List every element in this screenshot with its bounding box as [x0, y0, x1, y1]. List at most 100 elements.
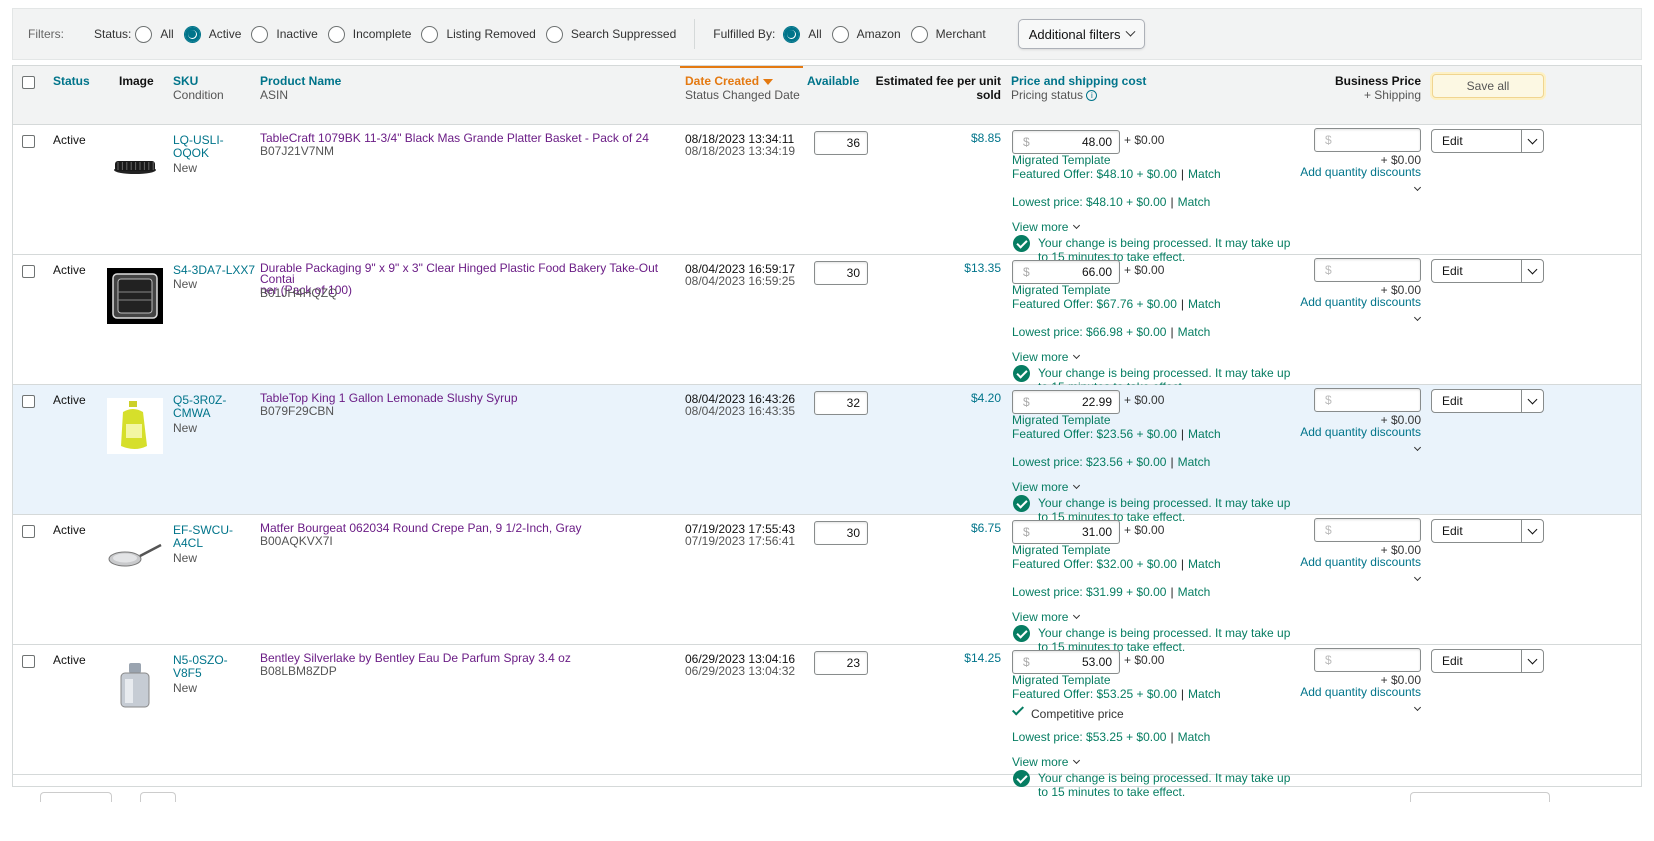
- radio-circle-selected[interactable]: [783, 25, 801, 43]
- match-lowest-link[interactable]: Match: [1178, 585, 1211, 599]
- view-more-link[interactable]: View more: [1012, 481, 1081, 494]
- add-quantity-discounts-link[interactable]: Add quantity discounts: [1283, 426, 1421, 439]
- status-radio-incomplete[interactable]: Incomplete: [327, 25, 411, 43]
- row-checkbox[interactable]: [22, 135, 35, 148]
- view-more-link[interactable]: View more: [1012, 611, 1081, 624]
- fulfilled-radio-merchant[interactable]: Merchant: [910, 25, 986, 43]
- header-status[interactable]: Status: [53, 74, 90, 88]
- business-price-input[interactable]: $: [1314, 388, 1421, 412]
- container-image[interactable]: [106, 267, 164, 325]
- radio-circle-selected[interactable]: [183, 25, 201, 43]
- view-more-link[interactable]: View more: [1012, 756, 1081, 769]
- pagination-control[interactable]: [1410, 792, 1550, 802]
- price-input[interactable]: $22.99: [1012, 390, 1120, 414]
- header-price[interactable]: Price and shipping cost Pricing status i: [1011, 74, 1146, 102]
- edit-button[interactable]: Edit: [1431, 649, 1544, 673]
- radio-circle[interactable]: [545, 25, 563, 43]
- available-quantity-input[interactable]: 23: [814, 651, 868, 675]
- business-price-input[interactable]: $: [1314, 518, 1421, 542]
- select-all-checkbox[interactable]: [22, 76, 35, 89]
- pagination-control[interactable]: [40, 792, 112, 802]
- chevron-down-icon[interactable]: [1521, 390, 1543, 412]
- pan-image[interactable]: [106, 527, 164, 585]
- match-lowest-link[interactable]: Match: [1178, 455, 1211, 469]
- add-quantity-discounts-link[interactable]: Add quantity discounts: [1283, 296, 1421, 309]
- pagination-control[interactable]: [140, 792, 176, 802]
- add-quantity-discounts-link[interactable]: Add quantity discounts: [1283, 166, 1421, 179]
- radio-circle[interactable]: [831, 25, 849, 43]
- match-featured-link[interactable]: Match: [1188, 427, 1221, 441]
- chevron-down-icon[interactable]: [1521, 260, 1543, 282]
- row-checkbox[interactable]: [22, 395, 35, 408]
- chevron-down-icon[interactable]: [1413, 183, 1422, 192]
- product-name-link[interactable]: TableCraft 1079BK 11-3/4" Black Mas Gran…: [260, 132, 680, 144]
- sku-link[interactable]: N5-0SZO- V8F5: [173, 654, 228, 680]
- price-input[interactable]: $31.00: [1012, 520, 1120, 544]
- chevron-down-icon[interactable]: [1521, 650, 1543, 672]
- price-input[interactable]: $53.00: [1012, 650, 1120, 674]
- save-all-button[interactable]: Save all: [1432, 74, 1544, 98]
- row-checkbox[interactable]: [22, 655, 35, 668]
- business-price-input[interactable]: $: [1314, 648, 1421, 672]
- header-sku[interactable]: SKU Condition: [173, 74, 224, 102]
- chevron-down-icon[interactable]: [1413, 443, 1422, 452]
- status-radio-search-suppressed[interactable]: Search Suppressed: [545, 25, 676, 43]
- chevron-down-icon[interactable]: [1521, 520, 1543, 542]
- chevron-down-icon[interactable]: [1413, 703, 1422, 712]
- product-name-link[interactable]: TableTop King 1 Gallon Lemonade Slushy S…: [260, 392, 680, 404]
- business-price-input[interactable]: $: [1314, 128, 1421, 152]
- header-date-created[interactable]: Date Created Status Changed Date: [685, 74, 800, 102]
- chevron-down-icon[interactable]: [1413, 573, 1422, 582]
- price-input[interactable]: $66.00: [1012, 260, 1120, 284]
- available-quantity-input[interactable]: 30: [814, 261, 868, 285]
- header-product-name[interactable]: Product Name ASIN: [260, 74, 341, 102]
- sku-link[interactable]: LQ-USLI- OQOK: [173, 134, 224, 160]
- radio-circle[interactable]: [327, 25, 345, 43]
- row-checkbox[interactable]: [22, 265, 35, 278]
- business-price-input[interactable]: $: [1314, 258, 1421, 282]
- basket-image[interactable]: [106, 137, 164, 195]
- perfume-image[interactable]: [106, 657, 164, 715]
- add-quantity-discounts-link[interactable]: Add quantity discounts: [1283, 556, 1421, 569]
- sku-link[interactable]: S4-3DA7-LXX7: [173, 264, 255, 277]
- product-name-link[interactable]: Bentley Silverlake by Bentley Eau De Par…: [260, 652, 680, 664]
- radio-circle[interactable]: [421, 25, 439, 43]
- match-lowest-link[interactable]: Match: [1178, 195, 1211, 209]
- view-more-link[interactable]: View more: [1012, 221, 1081, 234]
- chevron-down-icon[interactable]: [1521, 130, 1543, 152]
- radio-circle[interactable]: [910, 25, 928, 43]
- price-input[interactable]: $48.00: [1012, 130, 1120, 154]
- radio-circle[interactable]: [135, 25, 153, 43]
- edit-button[interactable]: Edit: [1431, 129, 1544, 153]
- product-name-link[interactable]: Matfer Bourgeat 062034 Round Crepe Pan, …: [260, 522, 680, 534]
- fulfilled-radio-all[interactable]: All: [783, 25, 822, 43]
- match-featured-link[interactable]: Match: [1188, 297, 1221, 311]
- edit-button[interactable]: Edit: [1431, 389, 1544, 413]
- available-quantity-input[interactable]: 30: [814, 521, 868, 545]
- edit-button[interactable]: Edit: [1431, 519, 1544, 543]
- match-featured-link[interactable]: Match: [1188, 557, 1221, 571]
- available-quantity-input[interactable]: 36: [814, 131, 868, 155]
- status-radio-listing-removed[interactable]: Listing Removed: [421, 25, 536, 43]
- sku-link[interactable]: EF-SWCU- A4CL: [173, 524, 233, 550]
- row-checkbox[interactable]: [22, 525, 35, 538]
- sku-link[interactable]: Q5-3R0Z- CMWA: [173, 394, 226, 420]
- match-lowest-link[interactable]: Match: [1178, 730, 1211, 744]
- match-featured-link[interactable]: Match: [1188, 167, 1221, 181]
- chevron-down-icon[interactable]: [1413, 313, 1422, 322]
- header-available[interactable]: Available: [807, 74, 859, 88]
- status-radio-inactive[interactable]: Inactive: [251, 25, 318, 43]
- additional-filters-button[interactable]: Additional filters: [1017, 19, 1146, 49]
- fulfilled-radio-amazon[interactable]: Amazon: [831, 25, 901, 43]
- match-lowest-link[interactable]: Match: [1178, 325, 1211, 339]
- available-quantity-input[interactable]: 32: [814, 391, 868, 415]
- status-radio-all[interactable]: All: [135, 25, 174, 43]
- match-featured-link[interactable]: Match: [1188, 687, 1221, 701]
- view-more-link[interactable]: View more: [1012, 351, 1081, 364]
- syrup-image[interactable]: [106, 397, 164, 455]
- edit-button[interactable]: Edit: [1431, 259, 1544, 283]
- radio-circle[interactable]: [251, 25, 269, 43]
- add-quantity-discounts-link[interactable]: Add quantity discounts: [1283, 686, 1421, 699]
- info-icon[interactable]: i: [1086, 90, 1098, 102]
- status-radio-active[interactable]: Active: [183, 25, 241, 43]
